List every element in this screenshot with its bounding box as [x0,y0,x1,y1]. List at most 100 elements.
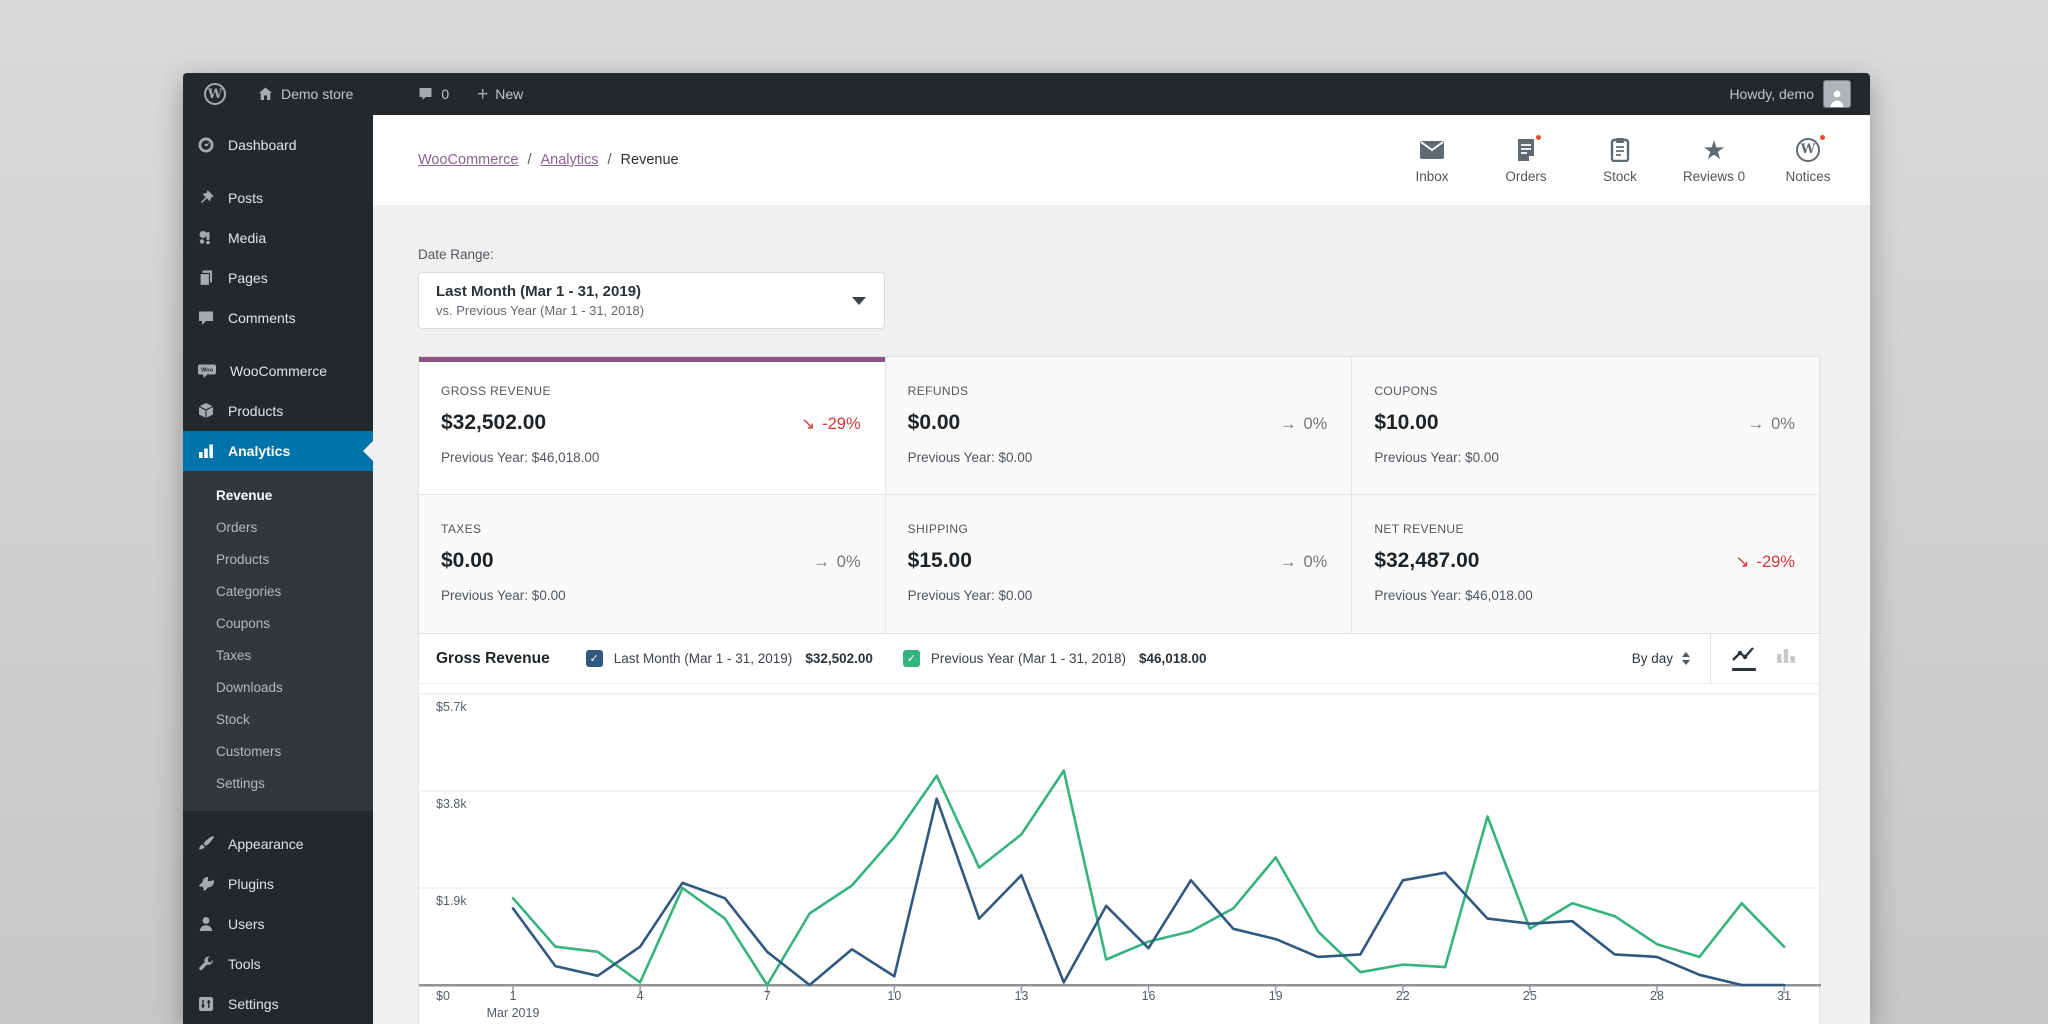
tile-shipping[interactable]: SHIPPING $15.00 → 0% Previous Year: $0.00 [885,495,1353,633]
sidebar-item-analytics[interactable]: Analytics [183,431,373,471]
site-link[interactable]: Demo store [257,86,353,102]
sidebar-item-users[interactable]: Users [183,904,373,944]
account-menu[interactable]: Howdy, demo [1729,80,1851,108]
active-menu-arrow [363,441,373,461]
sidebar-item-dashboard[interactable]: Dashboard [183,125,373,165]
trend-down-icon: ↘ [801,415,816,433]
sidebar-item-media[interactable]: Media [183,218,373,258]
tile-value: $15.00 [907,549,972,572]
new-content-button[interactable]: + New [477,85,523,104]
submenu-item-coupons[interactable]: Coupons [183,607,373,639]
dashboard-icon [198,137,214,153]
trend-flat-icon: → [1279,553,1297,571]
menu-separator [183,811,373,824]
sidebar-item-comments[interactable]: Comments [183,298,373,338]
sidebar-item-label: Users [228,916,265,932]
submenu-item-taxes[interactable]: Taxes [183,639,373,671]
y-axis-label: $0 [436,989,450,1003]
sidebar-item-appearance[interactable]: Appearance [183,824,373,864]
reviews-button[interactable]: ★ Reviews 0 [1680,137,1748,184]
bar-chart-toggle[interactable] [1775,646,1797,671]
checkbox-checked-icon[interactable]: ✓ [902,650,920,667]
notices-button[interactable]: W Notices [1774,132,1842,184]
submenu-item-downloads[interactable]: Downloads [183,671,373,703]
tile-previous: Previous Year: $0.00 [907,588,1033,603]
sidebar-item-posts[interactable]: Posts [183,178,373,218]
date-range-picker[interactable]: Last Month (Mar 1 - 31, 2019) vs. Previo… [418,272,885,329]
submenu-item-products[interactable]: Products [183,543,373,575]
user-icon [199,917,213,931]
sidebar-item-label: Dashboard [228,137,297,153]
menu-separator [183,338,373,351]
revenue-chart-panel: Gross Revenue ✓ Last Month (Mar 1 - 31, … [418,634,1821,1024]
menu-separator [183,165,373,178]
breadcrumb-analytics[interactable]: Analytics [540,152,598,168]
analytics-submenu: Revenue Orders Products Categories Coupo… [183,471,373,811]
x-axis-label: 22 [1396,989,1410,1003]
orders-button[interactable]: Orders [1492,132,1560,184]
stock-button[interactable]: Stock [1586,137,1654,184]
tile-delta: ↘ -29% [801,415,861,433]
checkbox-checked-icon[interactable]: ✓ [585,650,603,667]
sidebar-item-tools[interactable]: Tools [183,944,373,984]
pushpin-icon [200,190,214,204]
submenu-item-revenue[interactable]: Revenue [183,479,373,511]
comment-icon [199,311,213,325]
media-icon [199,231,210,245]
series-line-previous-year-mar-1-31-2018[interactable] [511,769,1786,987]
tile-delta: → 0% [1279,415,1328,433]
x-axis-label: 13 [1014,989,1028,1003]
sidebar-item-products[interactable]: Products [183,391,373,431]
submenu-item-stock[interactable]: Stock [183,703,373,735]
series-line-last-month-mar-1-31-2019[interactable] [511,797,1786,987]
legend-last-month[interactable]: ✓ Last Month (Mar 1 - 31, 2019) $32,502.… [585,650,873,667]
tile-delta: → 0% [1747,415,1795,433]
trend-down-icon: ↘ [1735,553,1750,571]
tile-previous: Previous Year: $0.00 [907,450,1033,465]
line-chart-toggle[interactable] [1731,646,1757,671]
x-axis-label: 10 [887,989,901,1003]
sidebar-item-plugins[interactable]: Plugins [183,864,373,904]
tile-refunds[interactable]: REFUNDS $0.00 → 0% Previous Year: $0.00 [885,357,1353,495]
x-axis-label: 16 [1142,989,1156,1003]
x-axis-line [419,984,1821,987]
submenu-item-customers[interactable]: Customers [183,735,373,767]
interval-select[interactable]: By day [1632,651,1710,666]
submenu-item-settings[interactable]: Settings [183,767,373,799]
tile-value: $10.00 [1374,411,1439,434]
line-chart-icon [1732,647,1754,661]
tile-gross-revenue[interactable]: GROSS REVENUE $32,502.00 ↘ -29% Previous … [419,357,886,495]
document-icon [1518,138,1534,161]
x-axis-month-label: Mar 2019 [487,1006,540,1020]
active-underline [1732,668,1756,671]
tile-previous: Previous Year: $46,018.00 [441,450,600,465]
sidebar-item-settings[interactable]: Settings [183,984,373,1024]
new-label: New [495,86,524,102]
inbox-button[interactable]: Inbox [1398,137,1466,184]
wordpress-icon: W [1796,137,1820,162]
tile-net-revenue[interactable]: NET REVENUE $32,487.00 ↘ -29% Previous Ye… [1352,495,1819,633]
tile-taxes[interactable]: TAXES $0.00 → 0% Previous Year: $0.00 [419,495,886,633]
breadcrumb-current: Revenue [620,152,679,168]
submenu-item-orders[interactable]: Orders [183,511,373,543]
tile-delta: → 0% [1279,553,1328,571]
breadcrumb-woocommerce[interactable]: WooCommerce [418,152,518,168]
envelope-icon [1420,140,1444,159]
revenue-line-chart[interactable]: $5.7k $3.8k $1.9k $0 1 4 7 10 13 16 19 22 25 28 31 Mar … [419,684,1821,1024]
tile-coupons[interactable]: COUPONS $10.00 → 0% Previous Year: $0.00 [1352,357,1819,495]
avatar [1823,80,1851,108]
bar-chart-icon [199,444,213,458]
x-axis-label: 31 [1777,989,1791,1003]
sidebar-item-pages[interactable]: Pages [183,258,373,298]
legend-previous-year[interactable]: ✓ Previous Year (Mar 1 - 31, 2018) $46,0… [902,650,1207,667]
sidebar-item-label: Products [228,403,284,419]
page-header: WooCommerce / Analytics / Revenue Inbox … [373,115,1870,205]
comments-shortcut[interactable]: 0 [417,86,449,102]
wordpress-logo-icon[interactable]: W [204,83,226,105]
tile-previous: Previous Year: $0.00 [1374,450,1499,465]
sidebar-item-woocommerce[interactable]: Woo WooCommerce [183,351,373,391]
chart-plot-area[interactable]: $5.7k $3.8k $1.9k $0 1 4 7 10 13 16 19 22 25 28 31 Mar … [419,684,1821,1024]
submenu-item-categories[interactable]: Categories [183,575,373,607]
woocommerce-icon: Woo [198,364,216,378]
comment-bubble-icon [419,88,432,100]
